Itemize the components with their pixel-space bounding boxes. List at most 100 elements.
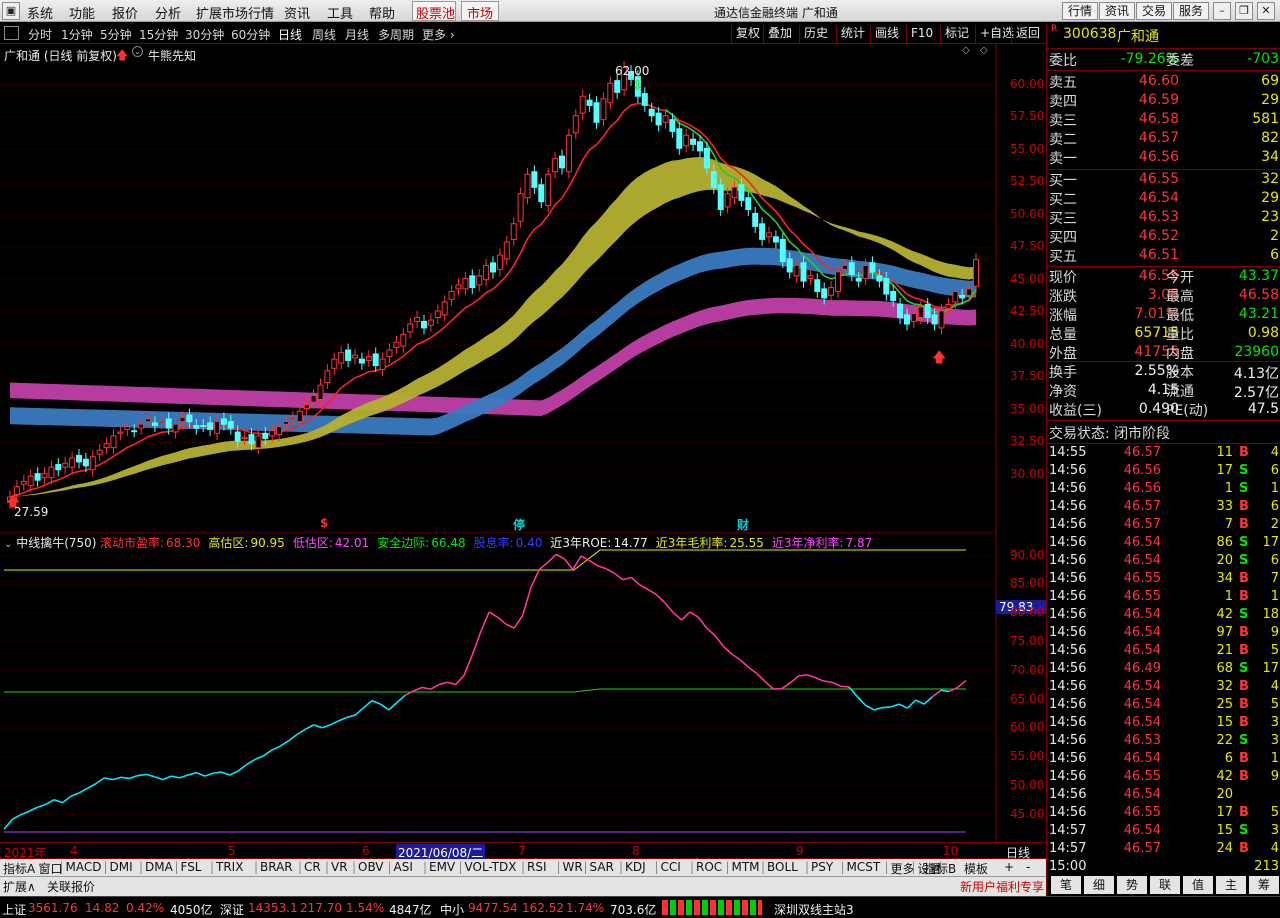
tick-row[interactable]: 14:56 46.55 1 B 1 [1047, 588, 1280, 606]
indicator-tab-trix[interactable]: TRIX [216, 860, 243, 874]
add-window-button[interactable]: + [1004, 860, 1014, 874]
tick-row[interactable]: 14:56 46.56 17 S 6 [1047, 462, 1280, 480]
tick-row[interactable]: 14:57 46.54 15 S 3 [1047, 822, 1280, 840]
menu-tools[interactable]: 工具 [327, 3, 353, 22]
period-1min[interactable]: 1分钟 [61, 26, 93, 43]
side-tab[interactable]: 值 [1183, 876, 1213, 894]
indicator-tab-kdj[interactable]: KDJ [625, 860, 646, 874]
indicator-tab-dma[interactable]: DMA [145, 860, 173, 874]
tick-row[interactable]: 14:56 46.54 32 B 4 [1047, 678, 1280, 696]
indicator-tab-brar[interactable]: BRAR [260, 860, 293, 874]
tick-row[interactable]: 14:56 46.54 6 B 1 [1047, 750, 1280, 768]
period-monthly[interactable]: 月线 [345, 26, 369, 43]
close-icon[interactable]: ✕ [1257, 2, 1275, 20]
diamond-icon-2[interactable]: ◇ [980, 45, 988, 56]
tick-row[interactable]: 14:56 46.54 42 S 18 [1047, 606, 1280, 624]
tick-row[interactable]: 14:57 46.57 24 B 4 [1047, 840, 1280, 858]
menu-system[interactable]: 系统 [27, 3, 53, 22]
period-weekly[interactable]: 周线 [312, 26, 336, 43]
tool-diejia[interactable]: 叠加 [763, 25, 796, 43]
menu-info[interactable]: 资讯 [284, 3, 310, 22]
tick-row[interactable]: 15:00 213 [1047, 858, 1280, 876]
related-quote[interactable]: 关联报价 [47, 878, 95, 895]
tick-row[interactable]: 14:56 46.55 17 B 5 [1047, 804, 1280, 822]
toggle-panel-icon[interactable] [4, 26, 19, 40]
indicator-tab-wr[interactable]: WR [563, 860, 583, 874]
indicator-tab-macd[interactable]: MACD [66, 860, 102, 874]
tick-row[interactable]: 14:56 46.56 1 S 1 [1047, 480, 1280, 498]
promo-link[interactable]: 新用户福利专享 [960, 878, 1044, 895]
indicator-tab-mcst[interactable]: MCST [847, 860, 881, 874]
tick-row[interactable]: 14:56 46.54 20 S 6 [1047, 552, 1280, 570]
indicator-tab-asi[interactable]: ASI [394, 860, 413, 874]
indicator-b-tab[interactable]: 指标B [924, 860, 956, 877]
indicator-tab-mtm[interactable]: MTM [732, 860, 760, 874]
menu-function[interactable]: 功能 [69, 3, 95, 22]
btn-zixun[interactable]: 资讯 [1099, 2, 1135, 20]
period-daily[interactable]: 日线 [278, 26, 302, 43]
indicator-tab-roc[interactable]: ROC [696, 860, 722, 874]
tick-row[interactable]: 14:56 46.54 15 B 3 [1047, 714, 1280, 732]
minimize-icon[interactable]: – [1213, 2, 1231, 20]
indicator-svg[interactable] [0, 532, 1046, 842]
ext-toggle[interactable]: 扩展∧ [3, 878, 36, 895]
tick-row[interactable]: 14:56 46.55 34 B 7 [1047, 570, 1280, 588]
period-60min[interactable]: 60分钟 [231, 26, 270, 43]
sz-label[interactable]: 深证 [220, 901, 244, 918]
server-name[interactable]: 深圳双线主站3 [774, 901, 854, 918]
indicator-tab-cr[interactable]: CR [304, 860, 321, 874]
market-box[interactable]: 市场 [461, 1, 499, 22]
dropdown-icon[interactable]: ⌄ [132, 46, 143, 57]
indicator-tab-cci[interactable]: CCI [661, 860, 681, 874]
menu-analysis[interactable]: 分析 [155, 3, 181, 22]
main-kline-chart[interactable]: 🡅 🡅 ⇩ 广和通 (日线 前复权) 🡅 ⌄ 牛熊先知 ◇ ◇ 62.00 27.5… [0, 44, 1046, 532]
stock-pool-box[interactable]: 股票池 [412, 1, 456, 22]
btn-hangqing[interactable]: 行情 [1062, 2, 1098, 20]
tool-f10[interactable]: F10 [906, 25, 937, 43]
sh-label[interactable]: 上证 [2, 901, 26, 918]
app-icon[interactable]: ▣ [2, 2, 20, 20]
indicator-tab-boll[interactable]: BOLL [767, 860, 798, 874]
kline-svg[interactable]: 🡅 🡅 ⇩ [0, 44, 1046, 532]
indicator-tab-psy[interactable]: PSY [811, 860, 833, 874]
indicator-tab-sar[interactable]: SAR [590, 860, 614, 874]
indicator-tab-obv[interactable]: OBV [358, 860, 384, 874]
btn-jiaoyi[interactable]: 交易 [1136, 2, 1172, 20]
event-marker-dividend[interactable]: $ [320, 516, 328, 530]
side-tab[interactable]: 联 [1150, 876, 1180, 894]
tick-row[interactable]: 14:56 46.54 21 B 5 [1047, 642, 1280, 660]
remove-window-button[interactable]: - [1026, 860, 1030, 874]
menu-quote[interactable]: 报价 [112, 3, 138, 22]
menu-help[interactable]: 帮助 [369, 3, 395, 22]
tool-biaoji[interactable]: 标记 [940, 25, 973, 43]
tick-row[interactable]: 14:56 46.57 7 B 2 [1047, 516, 1280, 534]
period-multi[interactable]: 多周期 [378, 26, 414, 43]
period-5min[interactable]: 5分钟 [100, 26, 132, 43]
side-tab[interactable]: 主 [1216, 876, 1246, 894]
tool-tongji[interactable]: 统计 [836, 25, 869, 43]
tick-row[interactable]: 14:56 46.57 33 B 6 [1047, 498, 1280, 516]
indicator-tab-fsl[interactable]: FSL [181, 860, 202, 874]
tick-row[interactable]: 14:56 46.49 68 S 17 [1047, 660, 1280, 678]
template-tab[interactable]: 模板 [964, 860, 988, 877]
tool-fuquan[interactable]: 复权 [731, 25, 764, 43]
tick-row[interactable]: 14:56 46.54 25 B 5 [1047, 696, 1280, 714]
tick-row[interactable]: 14:56 46.55 42 B 9 [1047, 768, 1280, 786]
event-marker-suspend[interactable]: 停 [513, 516, 525, 532]
menu-stock-pool[interactable]: 股票池 [416, 3, 455, 22]
tick-row[interactable]: 14:55 46.57 11 B 4 [1047, 444, 1280, 462]
indicator-tab-vr[interactable]: VR [331, 860, 348, 874]
tool-lishi[interactable]: 历史 [799, 25, 832, 43]
period-15min[interactable]: 15分钟 [139, 26, 178, 43]
restore-icon[interactable]: ❐ [1235, 2, 1253, 20]
tool-huaxian[interactable]: 画线 [870, 25, 903, 43]
tick-row[interactable]: 14:56 46.53 22 S 3 [1047, 732, 1280, 750]
side-tab[interactable]: 势 [1117, 876, 1147, 894]
side-tab[interactable]: 筹 [1249, 876, 1279, 894]
period-more[interactable]: 更多 › [422, 26, 455, 43]
side-tab[interactable]: 笔 [1051, 876, 1081, 894]
zx-label[interactable]: 中小 [440, 901, 464, 918]
indicator-tab-emv[interactable]: EMV [429, 860, 455, 874]
tool-fanhui[interactable]: 返回 [1011, 25, 1044, 43]
dropdown-icon[interactable]: ⌄ [4, 539, 12, 550]
